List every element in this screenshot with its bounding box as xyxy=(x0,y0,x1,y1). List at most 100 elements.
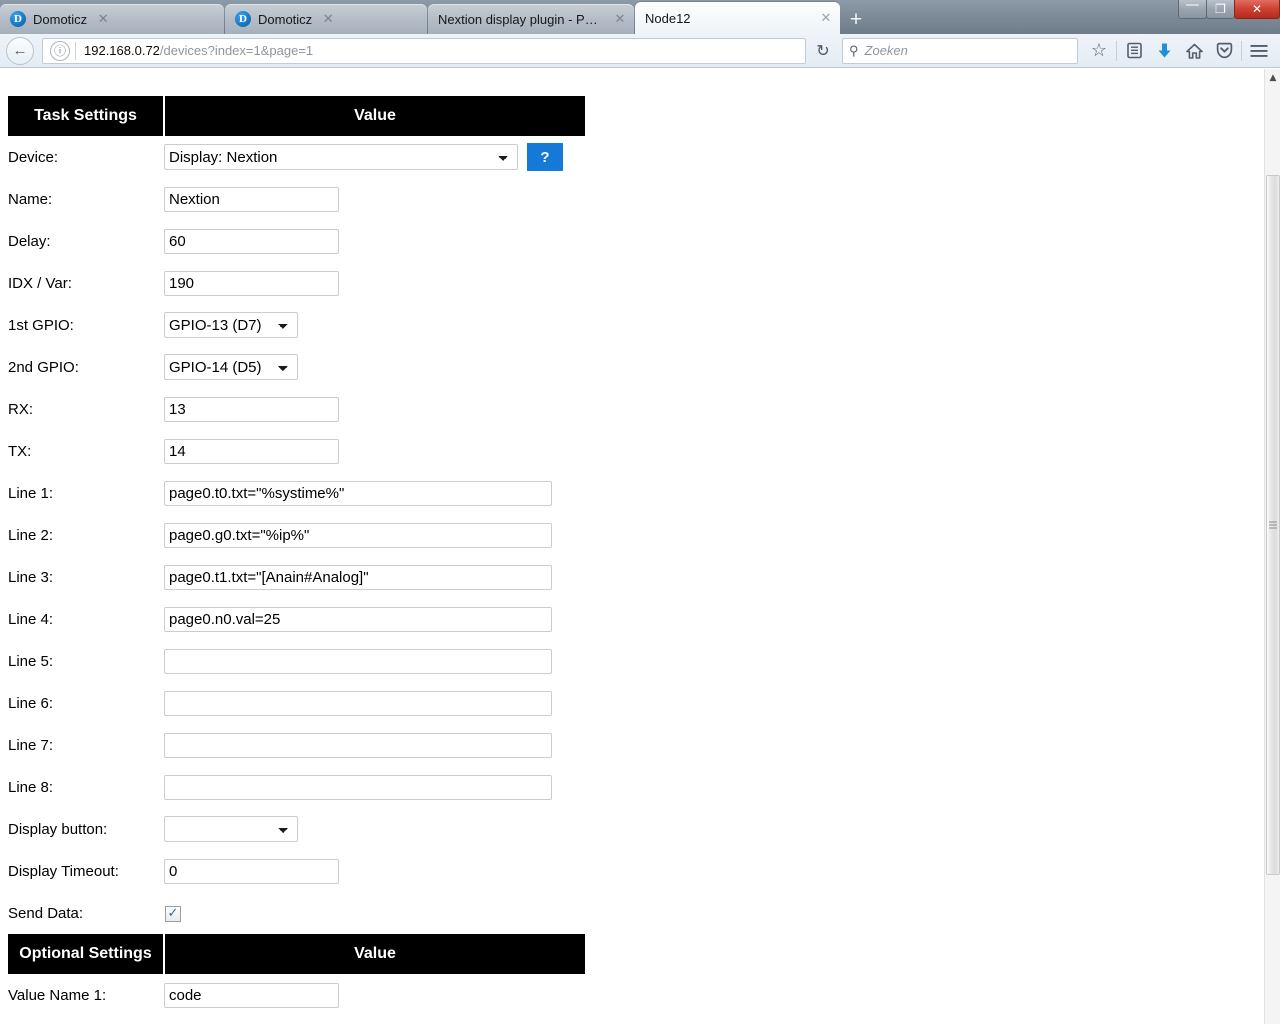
minimize-button[interactable]: — xyxy=(1178,0,1207,19)
new-tab-button[interactable]: + xyxy=(841,4,871,34)
line1-input[interactable] xyxy=(164,480,552,506)
line5-input[interactable] xyxy=(164,648,552,674)
library-glyph xyxy=(1126,42,1142,59)
row-tx: TX: xyxy=(8,430,585,472)
scroll-up-arrow-icon[interactable]: ▲ xyxy=(1265,69,1280,86)
page-content: Task Settings Value Device: Display: Nex… xyxy=(0,69,1264,1024)
row-display-timeout: Display Timeout: xyxy=(8,850,585,892)
line7-value-cell xyxy=(164,724,585,766)
toolbar-divider xyxy=(1116,40,1117,61)
name-input[interactable] xyxy=(164,186,339,212)
home-icon[interactable] xyxy=(1179,37,1209,65)
tab-domoticz-2[interactable]: D Domoticz ✕ xyxy=(225,4,427,34)
reload-icon: ↻ xyxy=(816,42,830,60)
close-window-button[interactable]: ✕ xyxy=(1234,0,1280,19)
line6-label: Line 6: xyxy=(8,694,54,712)
tab-close-icon[interactable]: ✕ xyxy=(95,11,111,27)
line7-input[interactable] xyxy=(164,732,552,758)
checkmark-icon: ✓ xyxy=(167,906,179,922)
row-delay: Delay: xyxy=(8,220,585,262)
row-gpio2: 2nd GPIO: GPIO-14 (D5) xyxy=(8,346,585,388)
tab-title: Nextion display plugin - Pagina... xyxy=(438,11,604,27)
line2-label: Line 2: xyxy=(8,526,54,544)
delay-input[interactable] xyxy=(164,228,339,254)
download-arrow-glyph xyxy=(1158,43,1170,58)
vertical-scrollbar[interactable]: ▲ xyxy=(1264,69,1280,1024)
rx-input[interactable] xyxy=(164,396,339,422)
gpio1-label: 1st GPIO: xyxy=(8,316,74,334)
line1-label: Line 1: xyxy=(8,484,54,502)
display-button-select[interactable] xyxy=(164,816,298,842)
row-line7: Line 7: xyxy=(8,724,585,766)
delay-value-cell xyxy=(164,220,585,262)
line6-value-cell xyxy=(164,682,585,724)
device-help-button[interactable]: ? xyxy=(527,143,563,171)
gpio2-select[interactable]: GPIO-14 (D5) xyxy=(164,354,298,380)
task-settings-header-row: Task Settings Value xyxy=(8,96,585,136)
row-display-button: Display button: xyxy=(8,808,585,850)
title-bar: D Domoticz ✕ D Domoticz ✕ Nextion displa… xyxy=(0,0,1280,34)
scrollbar-thumb[interactable] xyxy=(1266,175,1280,875)
optional-settings-header-row: Optional Settings Value xyxy=(8,934,585,974)
row-gpio1: 1st GPIO: GPIO-13 (D7) xyxy=(8,304,585,346)
send-data-checkbox[interactable]: ✓ xyxy=(165,905,181,922)
gpio1-select[interactable]: GPIO-13 (D7) xyxy=(164,312,298,338)
bookmark-star-icon[interactable]: ☆ xyxy=(1084,37,1114,65)
line8-input[interactable] xyxy=(164,774,552,800)
line8-label: Line 8: xyxy=(8,778,54,796)
tab-close-icon[interactable]: ✕ xyxy=(612,11,628,27)
tab-title: Domoticz xyxy=(258,11,313,27)
idx-var-input[interactable] xyxy=(164,270,339,296)
line3-input[interactable] xyxy=(164,564,552,590)
restore-button[interactable]: ❐ xyxy=(1206,0,1235,19)
url-separator xyxy=(75,41,76,60)
downloads-icon[interactable] xyxy=(1149,37,1179,65)
rx-label: RX: xyxy=(8,400,34,418)
optional-settings-header-value: Value xyxy=(164,934,585,974)
rx-value-cell xyxy=(164,388,585,430)
tab-nextion-plugin[interactable]: Nextion display plugin - Pagina... ✕ xyxy=(428,4,634,34)
identity-info-icon[interactable]: ⓘ xyxy=(50,40,70,61)
name-value-cell xyxy=(164,178,585,220)
line8-value-cell xyxy=(164,766,585,808)
gpio2-value-cell: GPIO-14 (D5) xyxy=(164,346,585,388)
tx-input[interactable] xyxy=(164,438,339,464)
search-bar[interactable]: ⚲ Zoeken xyxy=(842,37,1078,64)
send-data-value-cell: ✓ xyxy=(164,892,585,934)
line2-value-cell xyxy=(164,514,585,556)
search-icon: ⚲ xyxy=(849,42,859,58)
send-data-label: Send Data: xyxy=(8,904,84,922)
tab-node12[interactable]: Node12 ✕ xyxy=(635,2,840,34)
row-line1: Line 1: xyxy=(8,472,585,514)
pocket-icon[interactable] xyxy=(1209,37,1239,65)
tab-close-icon[interactable]: ✕ xyxy=(818,10,834,26)
display-timeout-input[interactable] xyxy=(164,858,339,884)
url-host: 192.168.0.72 xyxy=(84,43,160,58)
device-select[interactable]: Display: Nextion xyxy=(164,144,518,170)
row-rx: RX: xyxy=(8,388,585,430)
minimize-icon: — xyxy=(1185,0,1200,13)
toolbar-icons: ☆ xyxy=(1084,37,1274,65)
line6-input[interactable] xyxy=(164,690,552,716)
library-icon[interactable] xyxy=(1119,37,1149,65)
line4-input[interactable] xyxy=(164,606,552,632)
value-name-1-input[interactable] xyxy=(164,982,339,1008)
tab-close-icon[interactable]: ✕ xyxy=(320,11,336,27)
device-label: Device: xyxy=(8,148,59,166)
row-send-data: Send Data: ✓ xyxy=(8,892,585,934)
reload-button[interactable]: ↻ xyxy=(810,38,836,64)
row-line8: Line 8: xyxy=(8,766,585,808)
url-bar[interactable]: ⓘ 192.168.0.72 /devices?index=1&page=1 xyxy=(42,37,806,64)
display-button-value-cell xyxy=(164,808,585,850)
tab-domoticz-1[interactable]: D Domoticz ✕ xyxy=(0,4,224,34)
task-settings-header-label: Task Settings xyxy=(8,96,165,136)
back-button[interactable]: ← xyxy=(6,36,34,65)
home-glyph xyxy=(1185,43,1203,59)
name-label: Name: xyxy=(8,190,53,208)
line2-input[interactable] xyxy=(164,522,552,548)
tab-title: Domoticz xyxy=(33,11,88,27)
idx-var-label: IDX / Var: xyxy=(8,274,72,292)
menu-icon[interactable] xyxy=(1244,37,1274,65)
row-line5: Line 5: xyxy=(8,640,585,682)
browser-window: D Domoticz ✕ D Domoticz ✕ Nextion displa… xyxy=(0,0,1280,1024)
